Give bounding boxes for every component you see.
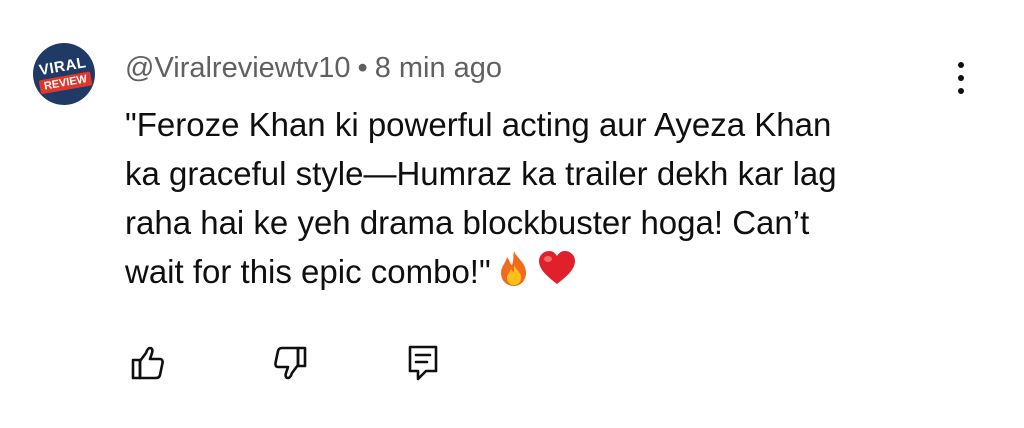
comment-meta: @Viralreviewtv10 • 8 min ago xyxy=(125,50,502,86)
dot xyxy=(958,75,964,81)
author-handle[interactable]: @Viralreviewtv10 xyxy=(125,52,351,84)
avatar[interactable]: VIRAL REVIEW xyxy=(28,38,100,110)
reply-button[interactable] xyxy=(398,340,448,390)
reply-icon xyxy=(403,342,443,389)
comment-line: "Feroze Khan ki powerful acting aur Ayez… xyxy=(125,106,832,143)
comment-actions xyxy=(0,340,1024,400)
meta-separator: • xyxy=(357,52,368,84)
comment-text: "Feroze Khan ki powerful acting aur Ayez… xyxy=(125,100,955,300)
dislike-button[interactable] xyxy=(266,340,316,390)
comment-line: wait for this epic combo!" xyxy=(125,253,491,290)
red-heart-emoji-icon xyxy=(537,250,577,299)
comment-timestamp: 8 min ago xyxy=(374,52,503,84)
comment-line-last: wait for this epic combo!" xyxy=(125,247,955,300)
dot xyxy=(958,88,964,94)
fire-emoji-icon xyxy=(497,249,531,300)
like-icon xyxy=(127,343,167,388)
dot xyxy=(958,62,964,68)
dislike-icon xyxy=(271,343,311,388)
comment-line: ka graceful style—Humraz ka trailer dekh… xyxy=(125,155,837,192)
more-options-icon[interactable] xyxy=(946,58,976,98)
like-button[interactable] xyxy=(122,340,172,390)
comment-card: VIRAL REVIEW @Viralreviewtv10 • 8 min ago … xyxy=(0,0,1024,428)
comment-line: raha hai ke yeh drama blockbuster hoga! … xyxy=(125,204,810,241)
